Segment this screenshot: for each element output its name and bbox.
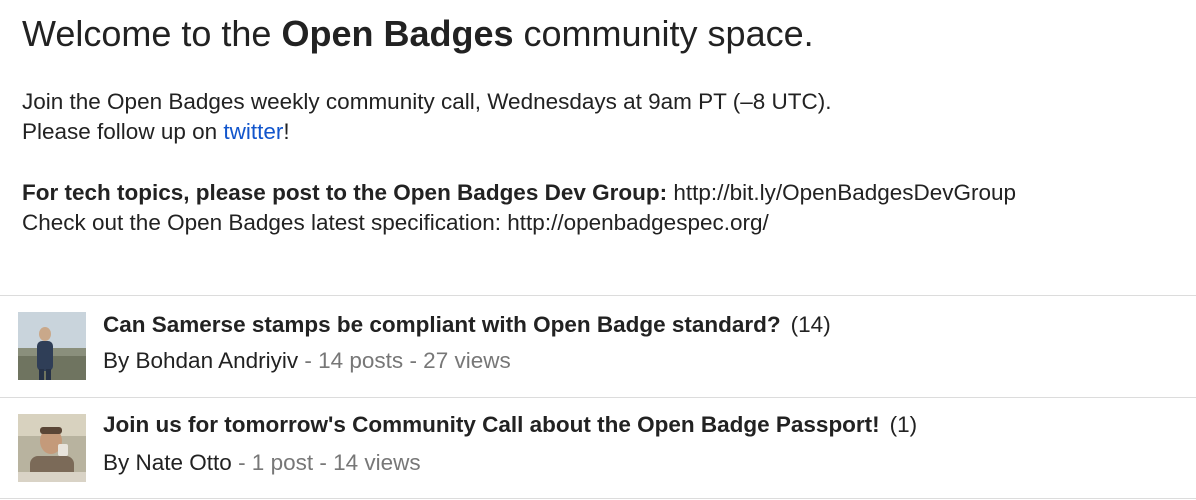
follow-up-prefix: Please follow up on (22, 119, 224, 144)
twitter-link[interactable]: twitter (223, 119, 283, 144)
avatar-photo-icon (18, 312, 86, 380)
topic-title-text[interactable]: Join us for tomorrow's Community Call ab… (103, 412, 880, 437)
welcome-prefix: Welcome to the (22, 13, 282, 54)
view-count: - 14 views (313, 450, 421, 475)
topic-title-text[interactable]: Can Samerse stamps be compliant with Ope… (103, 312, 781, 337)
community-page: Welcome to the Open Badges community spa… (0, 0, 1196, 500)
topic-title[interactable]: Can Samerse stamps be compliant with Ope… (103, 310, 831, 340)
avatar-photo-icon (18, 414, 86, 482)
dev-group-label: For tech topics, please post to the Open… (22, 180, 668, 205)
intro-paragraph: Join the Open Badges weekly community ca… (22, 87, 832, 147)
welcome-heading: Welcome to the Open Badges community spa… (22, 8, 814, 60)
topic-author: By Bohdan Andriyiv (103, 348, 299, 373)
topic-row[interactable]: Can Samerse stamps be compliant with Ope… (0, 296, 1196, 396)
topic-divider (0, 498, 1196, 499)
dev-group-line: For tech topics, please post to the Open… (22, 178, 1016, 208)
reply-count: (1) (889, 412, 918, 437)
spec-line: Check out the Open Badges latest specifi… (22, 210, 769, 235)
community-name: Open Badges (281, 13, 514, 54)
topic-title[interactable]: Join us for tomorrow's Community Call ab… (103, 410, 917, 440)
topic-meta: By Nate Otto - 1 post - 14 views (103, 448, 421, 478)
reply-count: (14) (790, 312, 831, 337)
post-count: - 14 posts (298, 348, 404, 373)
topic-meta: By Bohdan Andriyiv - 14 posts - 27 views (103, 346, 511, 376)
community-call-line: Join the Open Badges weekly community ca… (22, 89, 832, 114)
follow-up-line: Please follow up on twitter! (22, 117, 832, 147)
post-count: - 1 post (231, 450, 314, 475)
welcome-suffix: community space. (513, 13, 814, 54)
topic-author: By Nate Otto (103, 450, 232, 475)
avatar[interactable] (18, 312, 86, 380)
tech-paragraph: For tech topics, please post to the Open… (22, 178, 1016, 238)
avatar[interactable] (18, 414, 86, 482)
topic-row[interactable]: Join us for tomorrow's Community Call ab… (0, 398, 1196, 498)
follow-up-suffix: ! (283, 119, 290, 144)
dev-group-url: http://bit.ly/OpenBadgesDevGroup (667, 180, 1017, 205)
view-count: - 27 views (403, 348, 511, 373)
